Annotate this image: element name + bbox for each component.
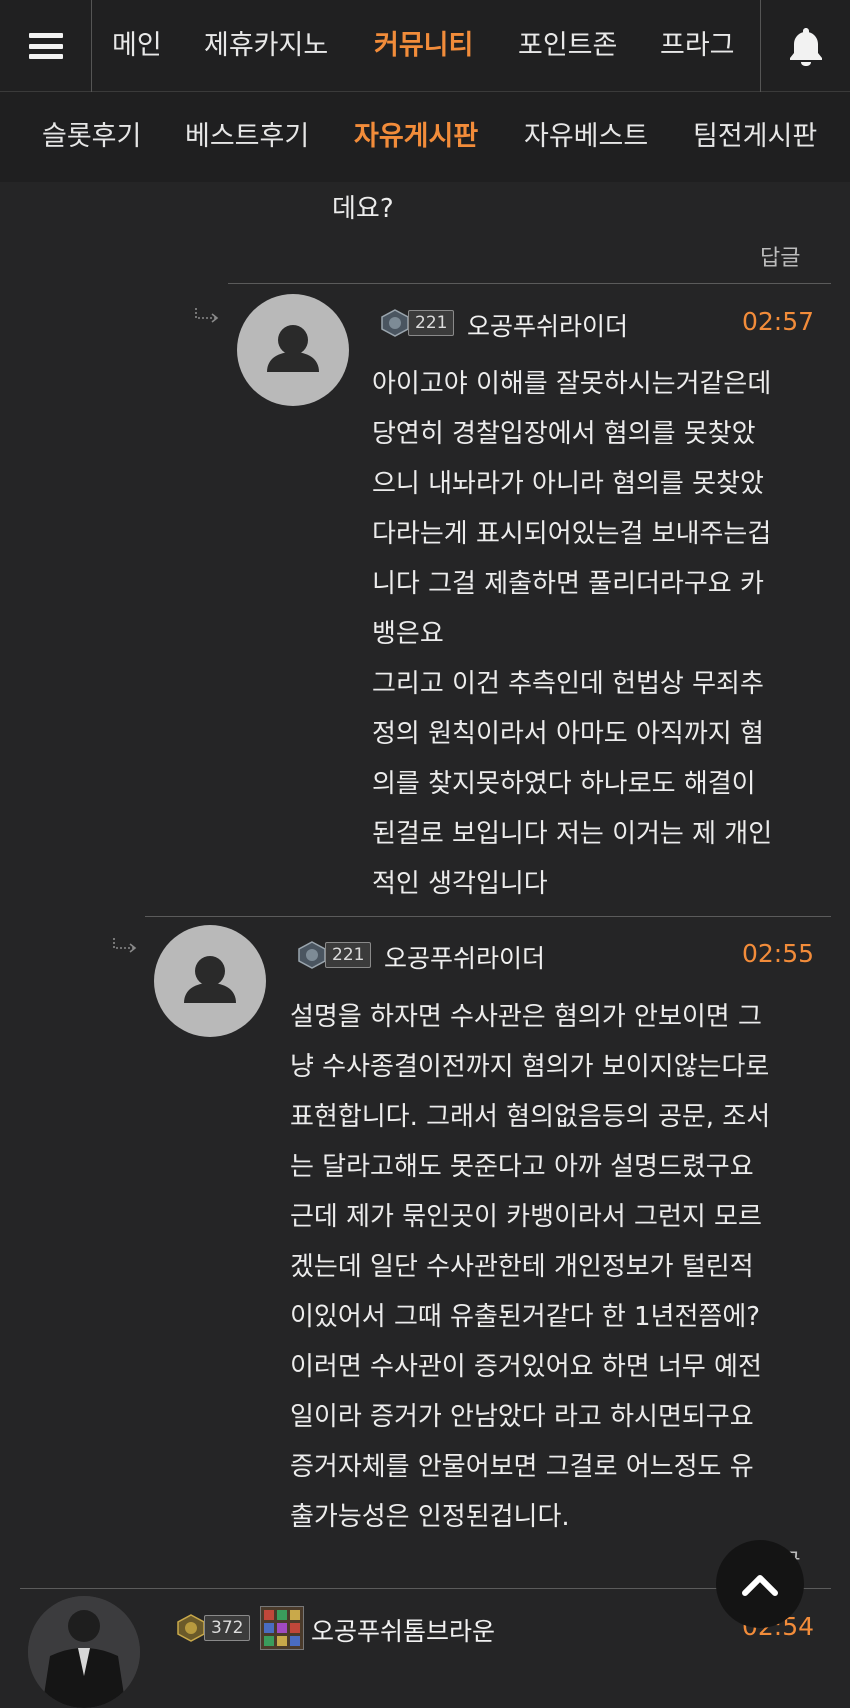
tab-point-zone[interactable]: 포인트존 [518, 0, 617, 92]
comment-line: 설명을 하자면 수사관은 혐의가 안보이면 그 [290, 1002, 762, 1032]
avatar[interactable] [28, 1596, 140, 1708]
comment-line: 그리고 이건 추측인데 헌법상 무죄추 [372, 669, 764, 699]
comment-line: 는 달라고해도 못준다고 아까 설명드렸구요 [290, 1152, 754, 1182]
rank-emblem-icon [298, 941, 326, 969]
level-badge: 372 [176, 1614, 251, 1642]
comment-time: 02:55 [742, 939, 815, 968]
sub-navigation: 슬롯후기 베스트후기 자유게시판 자유베스트 팀전게시판 [0, 92, 850, 182]
comment-line: 아이고야 이해를 잘못하시는거같은데 [372, 369, 772, 399]
level-number: 221 [408, 310, 455, 336]
subtab-best-review[interactable]: 베스트후기 [185, 92, 309, 182]
item-icon [260, 1606, 304, 1650]
comment-line: 일이라 증거가 안남았다 라고 하시면되구요 [290, 1402, 754, 1432]
comment-line: 니다 그걸 제출하면 풀리더라구요 카 [372, 569, 764, 599]
rank-emblem-icon [177, 1614, 205, 1642]
comment-divider [145, 916, 831, 917]
comment-divider [228, 283, 831, 284]
tab-prag[interactable]: 프라그 [660, 0, 735, 92]
comment-line: 겠는데 일단 수사관한테 개인정보가 털린적 [290, 1252, 754, 1282]
comment-body: 설명을 하자면 수사관은 혐의가 안보이면 그 냥 수사종결이전까지 혐의가 보… [290, 992, 770, 1542]
comment-line: 데요? [332, 194, 394, 224]
comment-body: 데요? [332, 184, 394, 234]
comment-line: 정의 원칙이라서 아마도 아직까지 혐 [372, 719, 764, 749]
subtab-slot-review[interactable]: 슬롯후기 [42, 92, 141, 182]
comment-line: 근데 제가 묶인곳이 카뱅이라서 그런지 모르 [290, 1202, 762, 1232]
comment-author[interactable]: 오공푸쉬톰브라운 [311, 1612, 495, 1648]
hamburger-icon [28, 33, 63, 59]
comment-line: 이있어서 그때 유출된거같다 한 1년전쯤에? [290, 1302, 761, 1332]
comment-body: 아이고야 이해를 잘못하시는거같은데 당연히 경찰입장에서 혐의를 못찾았 으니… [372, 359, 772, 909]
reply-link[interactable]: 답글 [760, 240, 800, 272]
avatar[interactable] [154, 925, 266, 1037]
comment-line: 다라는게 표시되어있는걸 보내주는겁 [372, 519, 772, 549]
reply-arrow-icon [195, 308, 219, 323]
comment-line: 당연히 경찰입장에서 혐의를 못찾았 [372, 419, 756, 449]
top-navigation: 메인 제휴카지노 커뮤니티 포인트존 프라그 [0, 0, 850, 92]
comment-line: 표현합니다. 그래서 혐의없음등의 공문, 조서 [290, 1102, 771, 1132]
avatar[interactable] [237, 294, 349, 406]
reply-arrow-icon [113, 938, 137, 953]
level-number: 221 [325, 942, 372, 968]
main-tabs: 메인 제휴카지노 커뮤니티 포인트존 프라그 [92, 0, 760, 92]
tab-main[interactable]: 메인 [112, 0, 162, 92]
comment-time: 02:57 [742, 307, 815, 336]
level-badge: 221 [380, 309, 455, 337]
comment-line: 적인 생각입니다 [372, 869, 548, 899]
scroll-to-top-button[interactable] [716, 1540, 804, 1628]
comment-line: 된걸로 보입니다 저는 이거는 제 개인 [372, 819, 773, 849]
chevron-up-icon [742, 1575, 778, 1596]
level-number: 372 [204, 1615, 251, 1641]
comment-line: 출가능성은 인정된겁니다. [290, 1502, 570, 1532]
comment-line: 증거자체를 안물어보면 그걸로 어느정도 유 [290, 1452, 754, 1482]
subtab-team-board[interactable]: 팀전게시판 [693, 92, 817, 182]
menu-button[interactable] [0, 0, 92, 92]
tab-partner-casino[interactable]: 제휴카지노 [204, 0, 328, 92]
comment-line: 이러면 수사관이 증거있어요 하면 너무 예전 [290, 1352, 762, 1382]
bell-icon [789, 28, 822, 66]
comment-divider [20, 1588, 831, 1589]
subtab-free-board[interactable]: 자유게시판 [354, 92, 478, 182]
subtab-free-best[interactable]: 자유베스트 [524, 92, 648, 182]
level-badge: 221 [297, 941, 372, 969]
tab-community[interactable]: 커뮤니티 [374, 0, 473, 92]
comment-author[interactable]: 오공푸쉬라이더 [467, 307, 628, 343]
comment-author[interactable]: 오공푸쉬라이더 [384, 939, 545, 975]
comment-line: 냥 수사종결이전까지 혐의가 보이지않는다로 [290, 1052, 770, 1082]
notification-button[interactable] [760, 0, 850, 92]
rank-emblem-icon [381, 309, 409, 337]
comment-line: 으니 내놔라가 아니라 혐의를 못찾았 [372, 469, 764, 499]
comment-line: 뱅은요 [372, 619, 444, 649]
comment-line: 의를 찾지못하였다 하나로도 해결이 [372, 769, 756, 799]
